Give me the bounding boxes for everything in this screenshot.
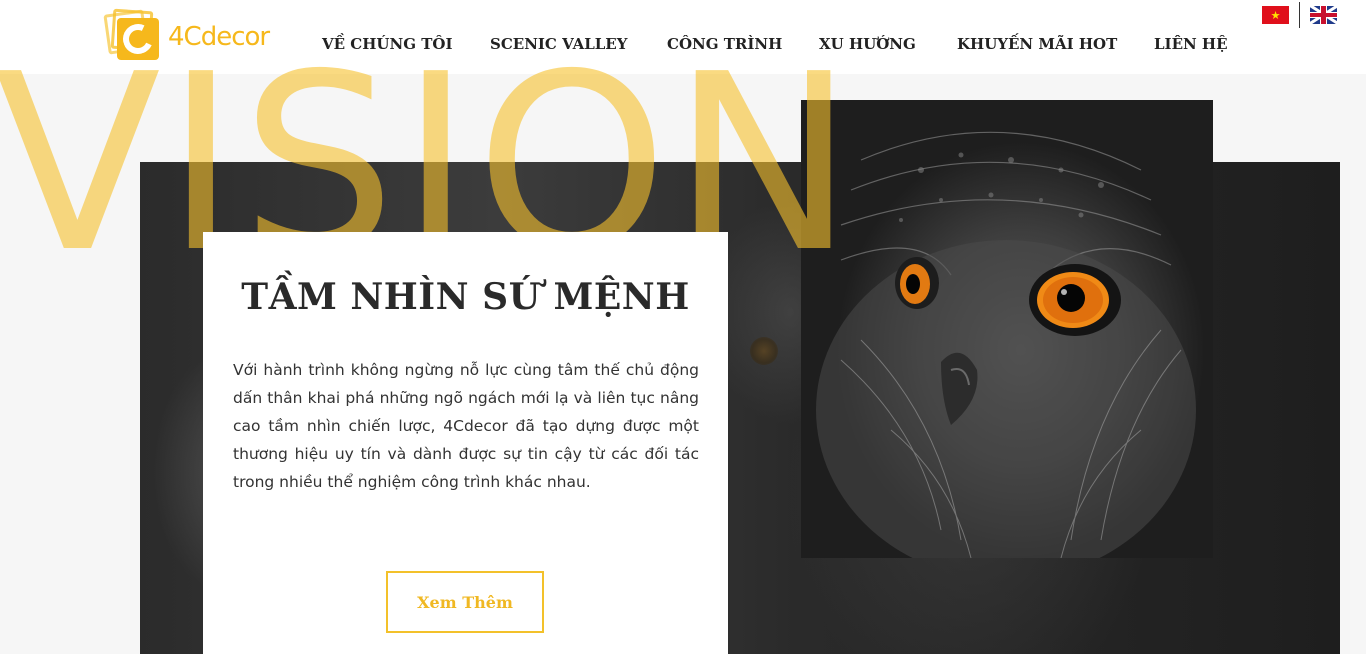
- mission-card: TẦM NHÌN SỨ MỆNH Với hành trình không ng…: [203, 232, 728, 654]
- nav-item-scenic-valley[interactable]: SCENIC VALLEY: [490, 30, 627, 58]
- nav-item-about[interactable]: VỀ CHÚNG TÔI: [317, 30, 461, 58]
- section-description: Với hành trình không ngừng nỗ lực cùng t…: [233, 361, 699, 491]
- section-title: TẦM NHÌN SỨ MỆNH: [241, 276, 690, 318]
- uk-flag-icon[interactable]: [1310, 6, 1337, 24]
- logo-icon: [103, 8, 164, 66]
- nav-item-trends[interactable]: XU HƯỚNG: [819, 30, 916, 58]
- nav-item-promotions[interactable]: KHUYẾN MÃI HOT: [957, 30, 1117, 58]
- vietnam-flag-icon[interactable]: ★: [1262, 6, 1289, 24]
- owl-photo: [801, 100, 1213, 558]
- nav-item-projects[interactable]: CÔNG TRÌNH: [667, 30, 782, 58]
- read-more-button[interactable]: Xem Thêm: [386, 571, 544, 633]
- language-divider: [1299, 2, 1300, 28]
- nav-item-contact[interactable]: LIÊN HỆ: [1154, 30, 1228, 58]
- site-header: 4Cdecor VỀ CHÚNG TÔI SCENIC VALLEY CÔNG …: [0, 0, 1366, 74]
- logo-text: 4Cdecor: [168, 22, 270, 52]
- logo[interactable]: 4Cdecor: [103, 8, 290, 66]
